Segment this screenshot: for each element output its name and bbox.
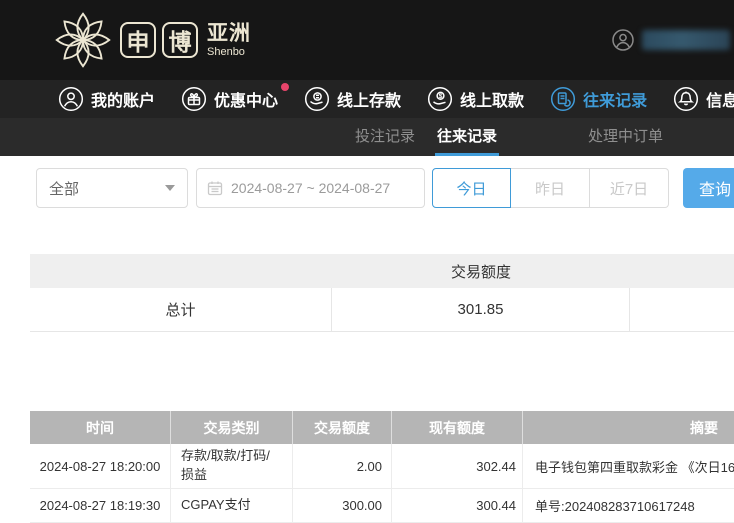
nav-label: 我的账户 xyxy=(91,93,156,110)
tab-betting-records[interactable]: 投注记录 xyxy=(353,118,417,156)
logo-region: 亚洲 Shenbo xyxy=(207,23,251,58)
records-table-header: 时间 交易类别 交易额度 现有额度 摘要 xyxy=(30,411,734,444)
col-header-time: 时间 xyxy=(30,411,171,444)
col-header-balance: 现有额度 xyxy=(392,411,523,444)
summary-table: 交易额度 总计 301.85 xyxy=(30,254,734,332)
withdraw-coin-icon: $ xyxy=(427,86,453,112)
nav-item-messages[interactable]: 信息 xyxy=(673,86,734,112)
cell-type: 存款/取款/打码/损益 xyxy=(171,444,293,488)
date-range-input[interactable]: 2024-08-27 ~ 2024-08-27 xyxy=(196,168,425,208)
nav-label: 优惠中心 xyxy=(214,93,279,110)
svg-text:$: $ xyxy=(439,93,443,100)
nav-item-withdraw[interactable]: $ 线上取款 xyxy=(427,86,524,112)
cell-type: CGPAY支付 xyxy=(171,489,293,522)
cell-balance: 302.44 xyxy=(392,444,523,488)
cell-amount: 2.00 xyxy=(293,444,392,488)
cell-balance: 300.44 xyxy=(392,489,523,522)
cell-time: 2024-08-27 18:20:00 xyxy=(30,444,171,488)
col-header-summary: 摘要 xyxy=(690,419,718,436)
chevron-down-icon xyxy=(165,185,175,191)
user-avatar-icon xyxy=(612,29,634,51)
masked-username xyxy=(642,30,730,50)
summary-header-amount: 交易额度 xyxy=(450,263,511,281)
cell-time: 2024-08-27 18:19:30 xyxy=(30,489,171,522)
nav-label: 往来记录 xyxy=(583,93,648,110)
gift-icon xyxy=(181,86,207,112)
logo-region-text: 亚洲 xyxy=(207,21,251,45)
nav-label: 线上取款 xyxy=(460,93,525,110)
quick-date-group: 今日 昨日 近7日 xyxy=(432,168,669,208)
cell-summary: 电子钱包第四重取款彩金 《次日16 xyxy=(535,459,734,475)
cell-summary: 单号:202408283710617248 xyxy=(535,499,695,514)
nav-item-deposit[interactable]: 线上存款 xyxy=(304,86,401,112)
filter-bar: 全部 2024-08-27 ~ 2024-08-27 今日 昨日 近7日 查询 xyxy=(36,168,734,208)
nav-item-my-account[interactable]: 我的账户 xyxy=(58,86,155,112)
calendar-icon xyxy=(207,181,223,196)
yesterday-button[interactable]: 昨日 xyxy=(511,168,590,208)
today-button[interactable]: 今日 xyxy=(432,168,511,208)
nav-item-promotions[interactable]: 优惠中心 xyxy=(181,83,290,112)
col-header-type: 交易类别 xyxy=(171,411,293,444)
app-header: 申 博 亚洲 Shenbo xyxy=(0,0,734,80)
tab-transaction-records[interactable]: 往来记录 xyxy=(435,118,500,156)
date-range-value: 2024-08-27 ~ 2024-08-27 xyxy=(231,180,391,196)
nav-label: 线上存款 xyxy=(337,93,402,110)
nav-label: 信息 xyxy=(706,93,734,110)
type-select-value: 全部 xyxy=(49,180,80,198)
nav-item-transactions[interactable]: 往来记录 xyxy=(550,86,647,112)
logo-sub-text: Shenbo xyxy=(207,45,245,58)
table-row: 2024-08-27 18:19:30 CGPAY支付 300.00 300.4… xyxy=(30,489,734,523)
user-icon xyxy=(58,86,84,112)
logo-char-bo: 博 xyxy=(162,22,198,58)
col-header-amount: 交易额度 xyxy=(293,411,392,444)
user-account-area[interactable] xyxy=(611,28,730,52)
summary-total-row: 总计 301.85 xyxy=(30,288,734,332)
summary-total-label: 总计 xyxy=(30,288,332,331)
deposit-coin-icon xyxy=(304,86,330,112)
logo-char-shen: 申 xyxy=(120,22,156,58)
type-select[interactable]: 全部 xyxy=(36,168,188,208)
summary-empty-cell xyxy=(630,288,734,331)
last7days-button[interactable]: 近7日 xyxy=(590,168,669,208)
notification-dot xyxy=(281,83,290,91)
summary-table-header: 交易额度 xyxy=(30,254,734,288)
tab-pending-orders[interactable]: 处理中订单 xyxy=(586,118,665,156)
main-nav: 我的账户 优惠中心 线上存款 $ 线上取款 往来记录 信息 xyxy=(0,80,734,118)
bell-icon xyxy=(673,86,699,112)
table-row: 2024-08-27 18:20:00 存款/取款/打码/损益 2.00 302… xyxy=(30,444,734,489)
records-icon xyxy=(550,86,576,112)
summary-total-value: 301.85 xyxy=(332,288,630,331)
records-table: 时间 交易类别 交易额度 现有额度 摘要 2024-08-27 18:20:00… xyxy=(30,411,734,523)
query-button[interactable]: 查询 xyxy=(683,168,734,208)
cell-amount: 300.00 xyxy=(293,489,392,522)
flower-logo-icon xyxy=(55,12,111,68)
record-tabs: 投注记录 往来记录 处理中订单 xyxy=(0,118,734,156)
brand-logo[interactable]: 申 博 亚洲 Shenbo xyxy=(52,10,251,70)
